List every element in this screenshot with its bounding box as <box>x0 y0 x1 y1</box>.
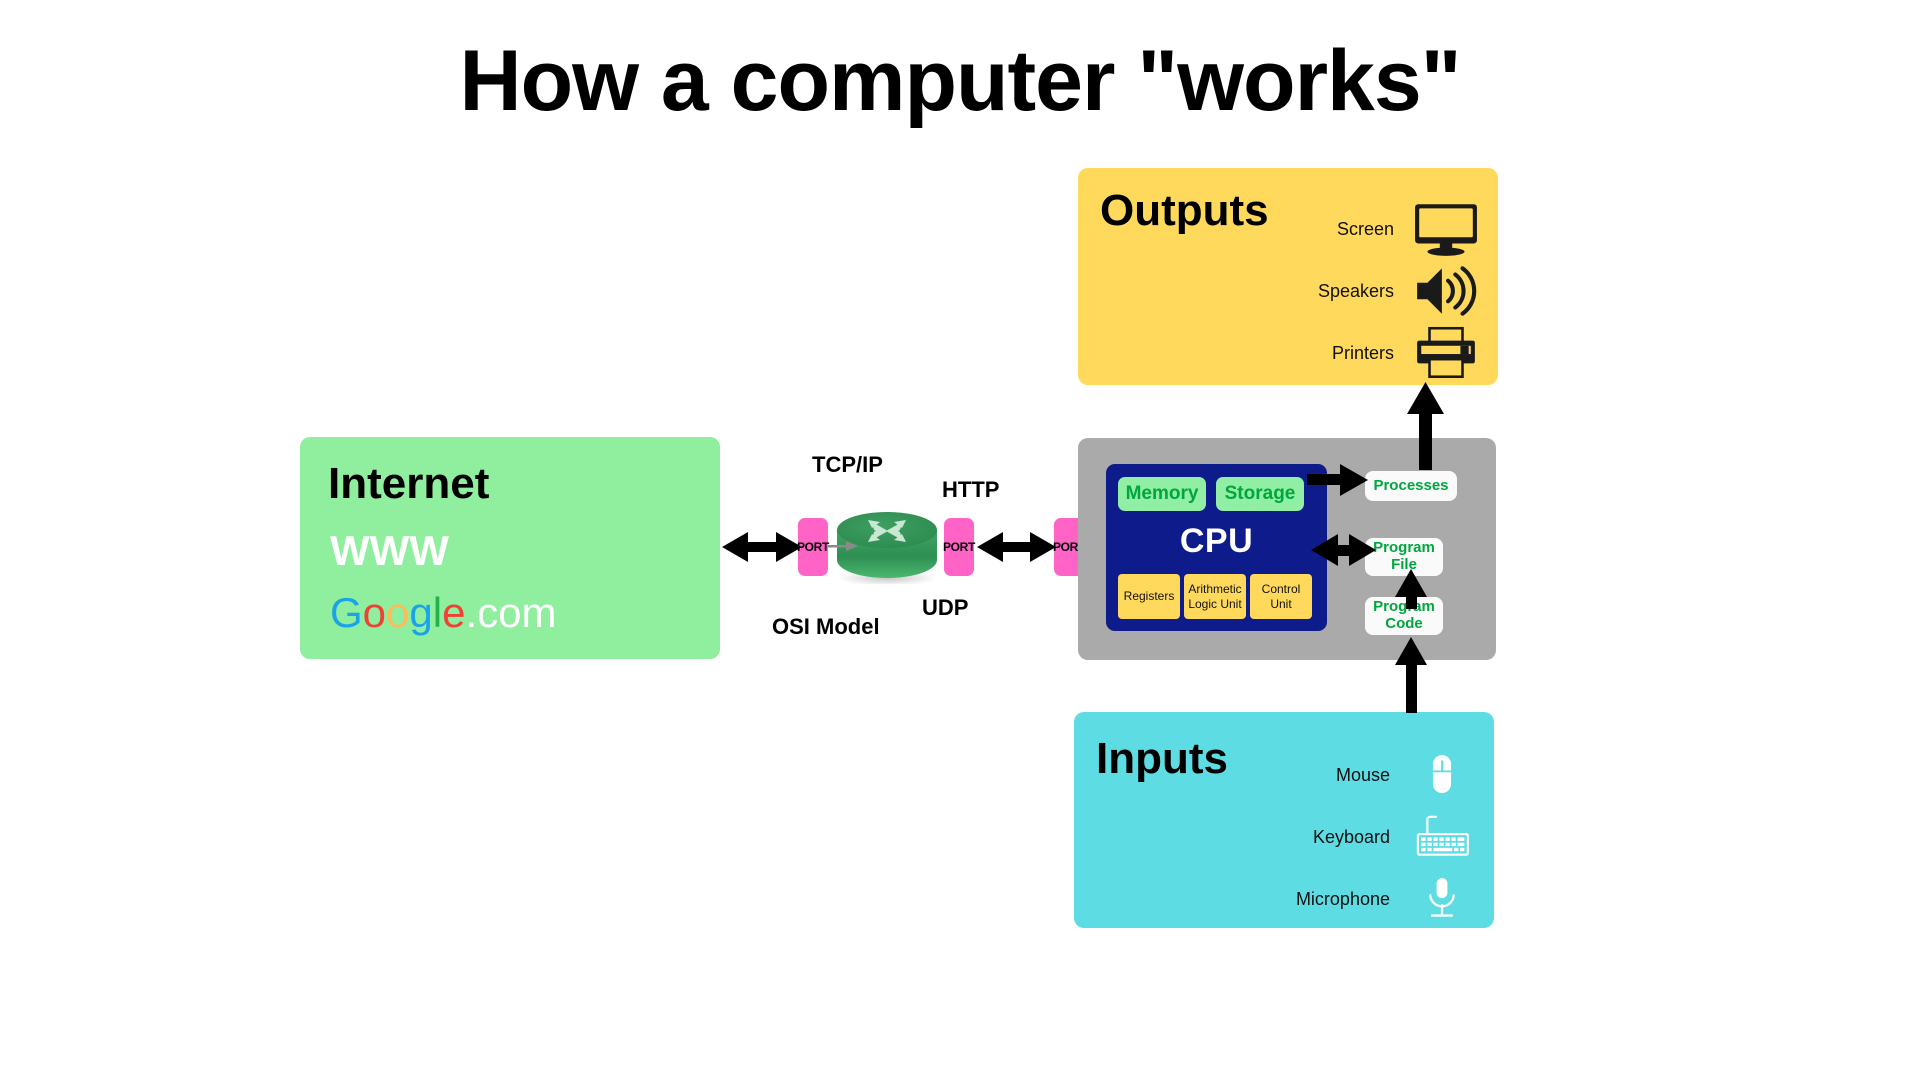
router-icon <box>832 512 942 584</box>
google-letter-1: o <box>362 589 387 636</box>
internet-panel: Internet WWW Google.com <box>300 437 720 659</box>
monitor-icon <box>1408 202 1484 256</box>
internet-www-label: WWW <box>330 527 449 574</box>
label-udp: UDP <box>922 595 969 620</box>
label-tcpip: TCP/IP <box>812 452 883 477</box>
google-letter-0: G <box>330 589 363 636</box>
output-label-printers: Printers <box>1331 342 1394 363</box>
list-item: Screen <box>1224 198 1484 260</box>
list-item: Microphone <box>1200 868 1480 930</box>
mouse-icon <box>1404 751 1480 799</box>
google-letter-2: o <box>386 589 410 636</box>
list-item: Printers <box>1224 322 1484 384</box>
output-label-speakers: Speakers <box>1317 280 1394 301</box>
program-file-box: Program File <box>1365 538 1443 576</box>
printer-icon <box>1408 326 1484 380</box>
computer-panel: Memory Storage CPU Registers Arithmetic L… <box>1078 438 1496 660</box>
arrow-internet-to-port1 <box>722 532 802 562</box>
internet-heading: Internet <box>328 459 490 508</box>
microphone-icon <box>1404 875 1480 923</box>
registers-unit: Registers <box>1118 574 1180 619</box>
page-title: How a computer "works" <box>459 33 1462 129</box>
inputs-list: Mouse Keyboard Microphone <box>1200 744 1480 930</box>
outputs-panel: Outputs Screen Speakers Printers <box>1078 168 1498 385</box>
arrow-port2-to-port3 <box>977 532 1056 562</box>
storage-chip: Storage <box>1216 477 1304 511</box>
label-osi: OSI Model <box>772 614 880 639</box>
inputs-panel: Inputs Mouse Keyboard Microphone <box>1074 712 1494 928</box>
internet-google-label: Google.com <box>330 589 556 637</box>
keyboard-icon <box>1404 815 1480 860</box>
outputs-list: Screen Speakers Printers <box>1224 198 1484 384</box>
diagram-canvas: How a computer "works" Internet WWW Goog… <box>0 0 1920 1080</box>
output-label-screen: Screen <box>1336 218 1394 239</box>
port-internet-side: PORT <box>797 518 829 576</box>
speaker-icon <box>1408 264 1484 318</box>
google-letter-3: g <box>409 589 433 636</box>
google-letter-6: .com <box>465 589 557 636</box>
port-router-out: PORT <box>943 518 975 576</box>
input-label-mouse: Mouse <box>1335 764 1390 785</box>
list-item: Keyboard <box>1200 806 1480 868</box>
program-code-box: Program Code <box>1365 597 1443 635</box>
list-item: Mouse <box>1200 744 1480 806</box>
control-unit: Control Unit <box>1250 574 1312 619</box>
input-label-microphone: Microphone <box>1295 888 1390 909</box>
processes-box: Processes <box>1365 471 1457 501</box>
input-label-keyboard: Keyboard <box>1312 826 1390 847</box>
google-letter-5: e <box>442 589 466 636</box>
cpu-label: CPU <box>1179 522 1254 560</box>
memory-chip: Memory <box>1118 477 1206 511</box>
google-letter-4: l <box>432 589 443 636</box>
alu-unit: Arithmetic Logic Unit <box>1184 574 1246 619</box>
list-item: Speakers <box>1224 260 1484 322</box>
cpu-block: Memory Storage CPU Registers Arithmetic L… <box>1106 464 1327 631</box>
label-http: HTTP <box>942 477 1000 502</box>
